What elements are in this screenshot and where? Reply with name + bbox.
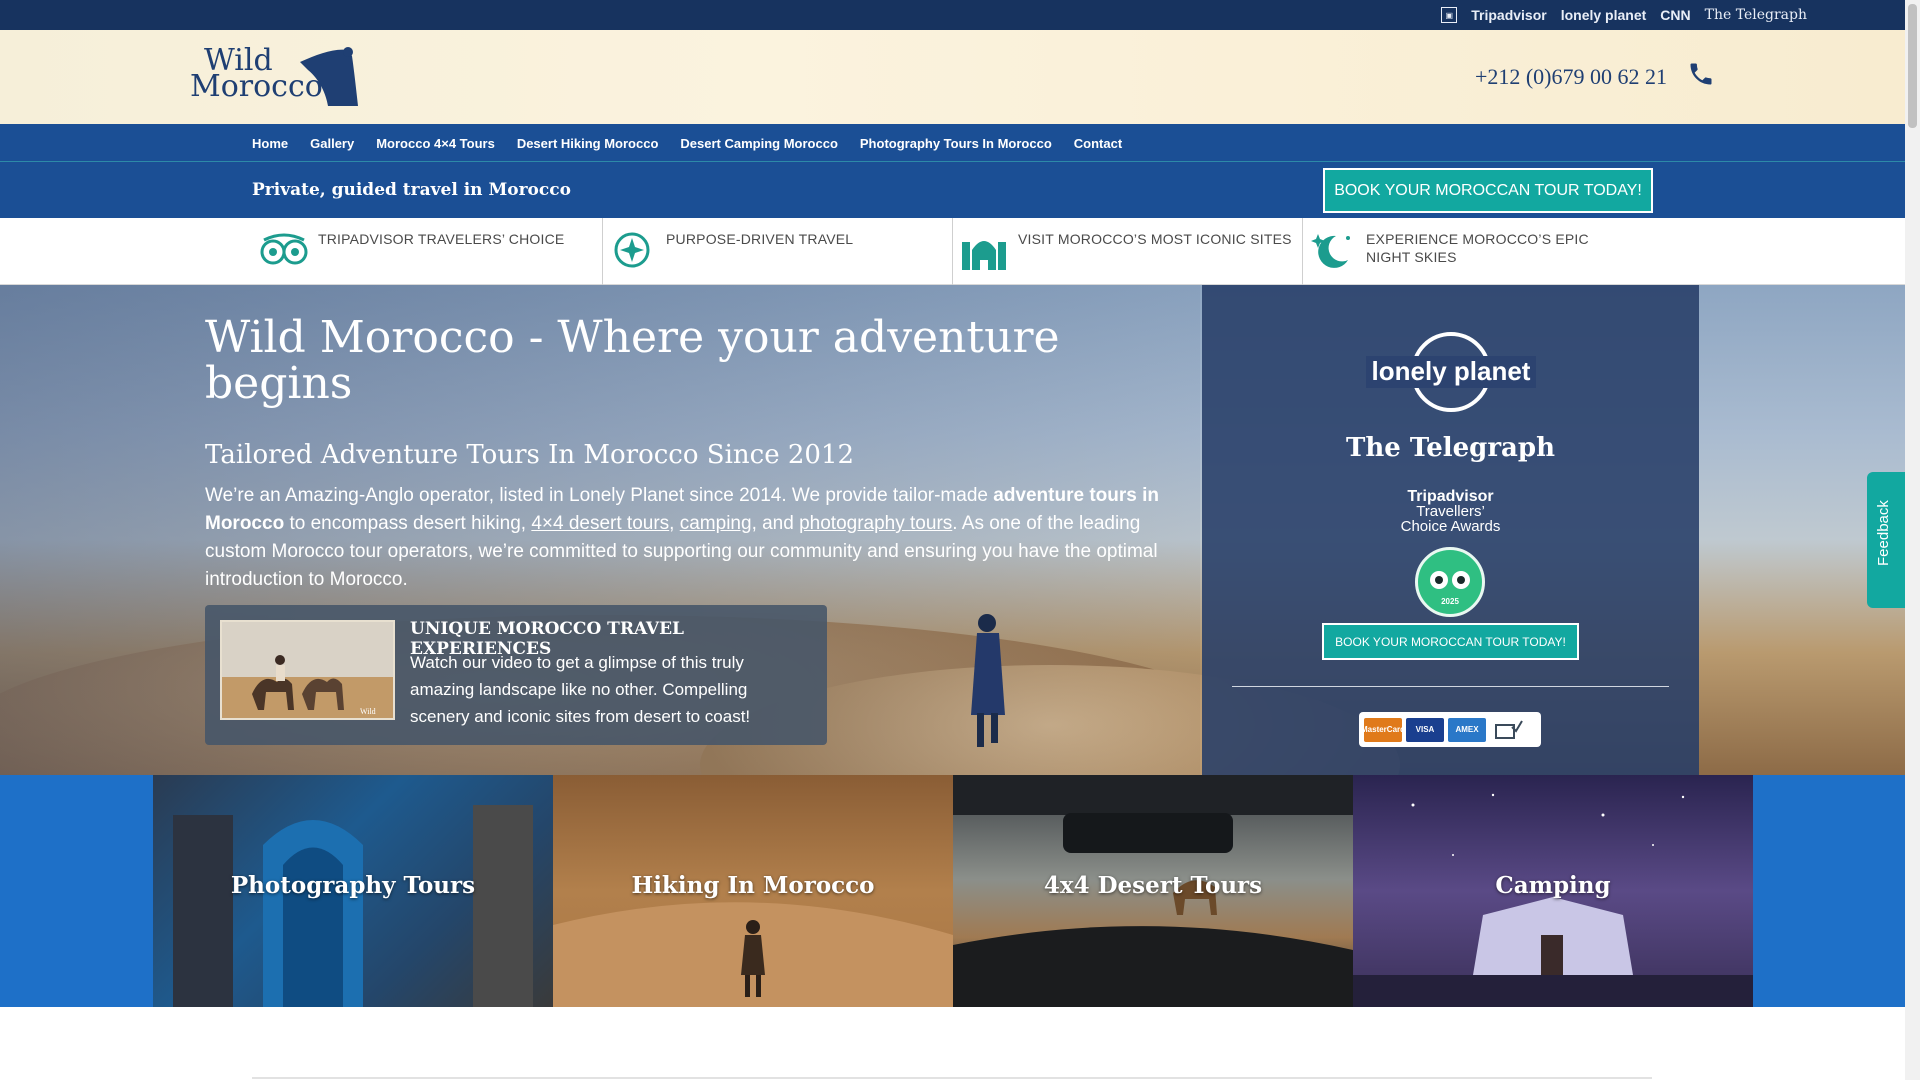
nav-item-gallery[interactable]: Gallery [310,136,354,151]
telegraph-press-logo: The Telegraph [1704,7,1807,23]
section-divider [252,1077,1652,1079]
hero-body-text: , and [751,513,800,534]
hero-title: Wild Morocco - Where your adventure begi… [205,312,1060,409]
nav-item-contact[interactable]: Contact [1074,136,1122,151]
lonely-planet-logo: lonely planet [1202,330,1699,419]
main-nav: Home Gallery Morocco 4×4 Tours Desert Hi… [0,124,1905,162]
tile-4x4-tours[interactable]: 4x4 Desert Tours [953,775,1353,1007]
video-description: Watch our video to get a glimpse of this… [410,653,751,726]
book-tour-button[interactable]: BOOK YOUR MOROCCAN TOUR TODAY! [1323,168,1653,213]
tripadvisor-award-line: Choice Awards [1400,518,1501,535]
camel-caravan-thumbnail-icon: Wild [222,622,393,718]
tagline-bar: Private, guided travel in Morocco BOOK Y… [0,162,1905,218]
secure-payment-icon [1490,717,1528,742]
tile-label: Photography Tours [230,872,476,899]
feature-iconic-sites: VISIT MOROCCO’S MOST ICONIC SITES [958,218,1298,285]
mosque-icon [958,228,1010,272]
lonely-planet-icon: lonely planet [1365,332,1536,412]
awards-divider [1232,686,1669,687]
tile-label: 4x4 Desert Tours [1043,872,1263,899]
awards-book-tour-button[interactable]: BOOK YOUR MOROCCAN TOUR TODAY! [1322,623,1579,660]
press-badge-icon: ▣ [1441,7,1458,23]
tile-label: Hiking In Morocco [631,872,875,899]
hero-subtitle: Tailored Adventure Tours In Morocco Sinc… [205,440,855,470]
robed-figure-logo-icon [300,47,358,106]
tripadvisor-owl-icon: 2025 [1430,571,1470,606]
feature-divider [602,218,603,285]
svg-text:Wild: Wild [360,707,376,716]
tile-camping[interactable]: Camping [1353,775,1753,1007]
features-strip: TRIPADVISOR TRAVELERS’ CHOICE PURPOSE-DR… [0,218,1905,285]
hero-body-text: , [669,513,680,534]
page-scrollbar[interactable] [1905,0,1920,1080]
night-sky-icon [1306,228,1358,272]
tripadvisor-award-line: Tripadvisor [1407,488,1494,505]
phone-number[interactable]: +212 (0)679 00 62 21 [1475,64,1667,90]
video-card[interactable]: Wild UNIQUE MOROCCO TRAVEL EXPERIENCES W… [205,605,827,745]
feature-label: PURPOSE-DRIVEN TRAVEL [666,231,854,247]
badge-year: 2025 [1441,597,1459,606]
payment-cards: MasterCard VISA AMEX [1359,712,1541,747]
link-camping[interactable]: camping [680,513,752,534]
tagline: Private, guided travel in Morocco [252,180,571,200]
tripadvisor-press-logo: Tripadvisor [1471,7,1547,23]
nav-item-desert-hiking[interactable]: Desert Hiking Morocco [517,136,659,151]
amex-icon: AMEX [1448,717,1486,742]
nav-item-photography-tours[interactable]: Photography Tours In Morocco [860,136,1052,151]
hero-body-text: to encompass desert hiking, [284,513,532,534]
telegraph-logo: The Telegraph [1346,433,1555,463]
feedback-label: Feedback [1875,500,1892,566]
link-photography-tours[interactable]: photography tours [799,513,952,534]
feature-divider [1302,218,1303,285]
compass-icon [606,228,658,272]
nav-item-home[interactable]: Home [252,136,288,151]
press-bar: ▣ Tripadvisor lonely planet CNN The Tele… [0,0,1905,30]
visa-icon: VISA [1406,717,1444,742]
hero-section: Wild Morocco - Where your adventure begi… [0,285,1905,775]
lonely-planet-press-logo: lonely planet [1560,7,1647,23]
mastercard-icon: MasterCard [1361,717,1405,742]
feature-night-skies: EXPERIENCE MOROCCO’S EPIC NIGHT SKIES [1306,218,1666,285]
desert-walker-image [971,614,1005,747]
tile-hiking[interactable]: Hiking In Morocco [553,775,953,1007]
nav-items: Home Gallery Morocco 4×4 Tours Desert Hi… [252,124,1122,162]
tile-photography-tours[interactable]: Photography Tours [153,775,553,1007]
video-thumbnail[interactable]: Wild [220,620,395,720]
feature-divider [952,218,953,285]
press-logos: ▣ Tripadvisor lonely planet CNN The Tele… [1441,4,1807,26]
feature-purpose: PURPOSE-DRIVEN TRAVEL [606,218,946,285]
tour-tiles: Photography Tours Hiking In Morocco 4x4 … [0,775,1905,1007]
tripadvisor-award-badge: 2025 [1415,547,1485,617]
feature-label: EXPERIENCE MOROCCO’S EPIC NIGHT SKIES [1366,231,1589,265]
hero-body-text: We’re an Amazing-Anglo operator, listed … [205,485,994,506]
feature-label: VISIT MOROCCO’S MOST ICONIC SITES [1018,231,1292,247]
scrollbar-thumb[interactable] [1908,4,1917,128]
feature-label: TRIPADVISOR TRAVELERS’ CHOICE [318,231,565,247]
nav-item-desert-camping[interactable]: Desert Camping Morocco [680,136,837,151]
tripadvisor-icon [258,228,310,272]
site-logo[interactable]: Wild Morocco [190,44,360,112]
feature-tripadvisor: TRIPADVISOR TRAVELERS’ CHOICE [258,218,598,285]
nav-item-4x4-tours[interactable]: Morocco 4×4 Tours [376,136,495,151]
tripadvisor-award-text: Tripadvisor Travellers’ Choice Awards [1202,488,1699,535]
tile-label: Camping [1495,872,1611,899]
feedback-tab[interactable]: Feedback [1867,472,1905,608]
lonely-planet-text: lonely planet [1371,356,1530,386]
link-4x4-desert-tours[interactable]: 4×4 desert tours [531,513,669,534]
site-header: Wild Morocco +212 (0)679 00 62 21 [0,30,1905,124]
awards-panel: lonely planet The Telegraph Tripadvisor … [1202,285,1699,775]
hero-body: We’re an Amazing-Anglo operator, listed … [205,482,1170,594]
tripadvisor-award-line: Travellers’ [1416,503,1485,520]
cnn-press-logo: CNN [1660,7,1691,23]
phone-icon[interactable] [1687,60,1715,88]
